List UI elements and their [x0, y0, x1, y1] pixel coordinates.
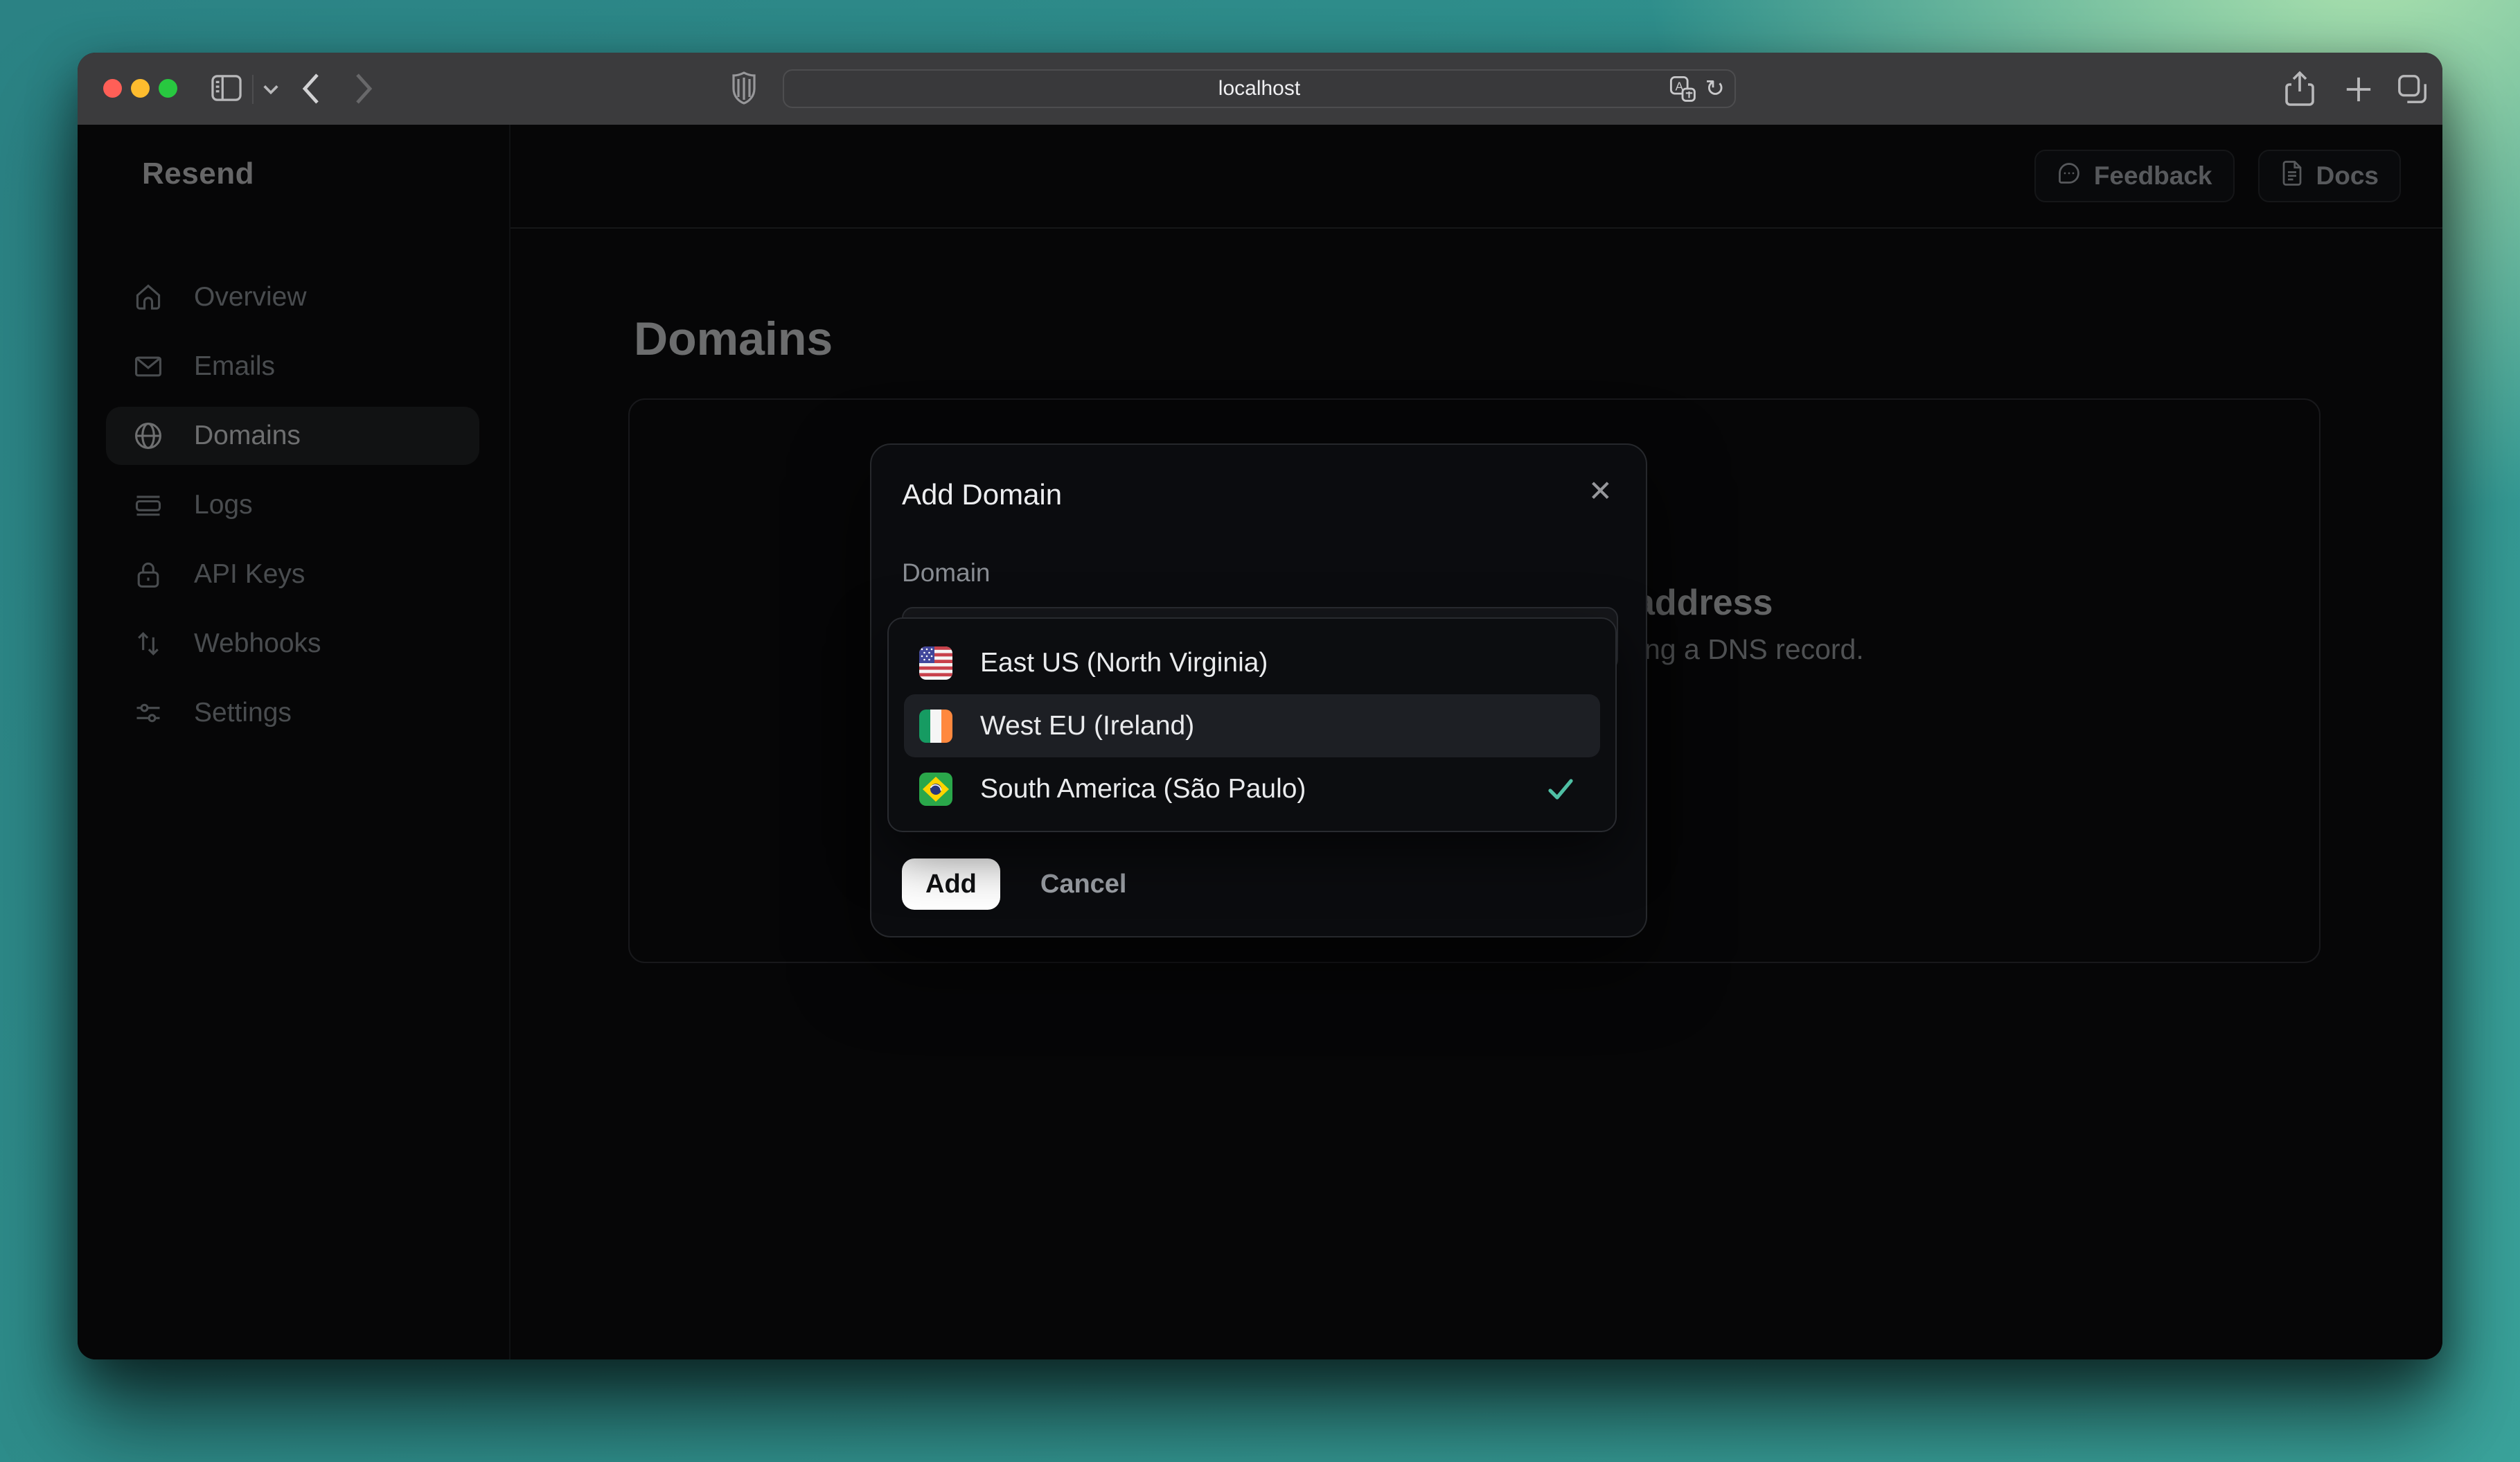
address-bar[interactable]: localhost A ↻	[783, 69, 1736, 108]
traffic-light-minimize-button[interactable]	[131, 79, 150, 98]
app-content: Resend Overview Emails	[78, 125, 2442, 1359]
region-option-label: East US (North Virginia)	[980, 647, 1268, 678]
brazil-flag-icon	[919, 772, 952, 806]
region-option-south-america[interactable]: South America (São Paulo)	[904, 757, 1600, 820]
modal-title: Add Domain	[902, 478, 1063, 511]
ireland-flag-icon	[919, 709, 952, 743]
chevron-down-icon[interactable]	[262, 83, 280, 96]
close-icon[interactable]: ✕	[1588, 477, 1613, 506]
traffic-light-close-button[interactable]	[103, 79, 122, 98]
reload-icon[interactable]: ↻	[1705, 77, 1725, 100]
us-flag-icon	[919, 646, 952, 680]
region-option-label: West EU (Ireland)	[980, 710, 1195, 741]
selected-check-icon	[1547, 778, 1574, 800]
region-dropdown-menu: East US (North Virginia) West EU (Irelan…	[887, 617, 1617, 832]
region-option-label: South America (São Paulo)	[980, 773, 1306, 804]
cancel-button[interactable]: Cancel	[1040, 870, 1127, 899]
browser-toolbar: localhost A ↻	[78, 53, 2442, 125]
forward-button-icon[interactable]	[353, 72, 374, 105]
traffic-light-zoom-button[interactable]	[159, 79, 177, 98]
new-tab-plus-icon[interactable]	[2344, 75, 2373, 104]
add-button[interactable]: Add	[902, 858, 1000, 910]
desktop-background: localhost A ↻ Add Domain ✕ Domain Add Ca…	[0, 0, 2520, 1462]
region-option-west-eu[interactable]: West EU (Ireland)	[904, 694, 1600, 757]
region-option-east-us[interactable]: East US (North Virginia)	[904, 631, 1600, 694]
tab-overview-icon[interactable]	[2397, 73, 2429, 105]
privacy-shield-icon[interactable]	[731, 71, 756, 105]
sidebar-toggle-icon[interactable]	[211, 73, 242, 103]
address-bar-url: localhost	[1218, 77, 1301, 100]
browser-window: localhost A ↻ Add Domain ✕ Domain Add Ca…	[78, 53, 2442, 1359]
domain-field-label: Domain	[902, 558, 991, 587]
back-button-icon[interactable]	[301, 72, 321, 105]
toolbar-divider	[252, 75, 254, 104]
translate-icon[interactable]: A	[1669, 76, 1696, 102]
modal-actions: Add Cancel	[902, 858, 1127, 910]
share-icon[interactable]	[2284, 71, 2315, 107]
